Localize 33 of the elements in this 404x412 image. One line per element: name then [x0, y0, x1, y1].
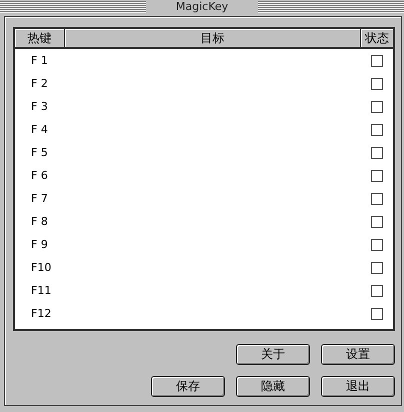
dialog-button[interactable]: 退出 — [321, 376, 395, 397]
hotkey-label: F 9 — [31, 238, 48, 251]
status-checkbox[interactable] — [371, 262, 383, 274]
status-checkbox[interactable] — [371, 308, 383, 320]
status-checkbox[interactable] — [371, 192, 383, 204]
column-header: 状态 — [361, 29, 393, 47]
hotkey-label: F 3 — [31, 100, 48, 113]
status-checkbox[interactable] — [371, 54, 383, 66]
hotkey-label: F10 — [31, 261, 52, 274]
status-checkbox[interactable] — [371, 238, 383, 250]
hotkey-label: F11 — [31, 284, 52, 297]
hotkey-label: F 1 — [31, 54, 48, 67]
status-checkbox[interactable] — [371, 170, 383, 182]
hotkey-label: F 7 — [31, 192, 48, 205]
hotkey-label: F12 — [31, 307, 52, 320]
hotkey-label: F 6 — [31, 169, 48, 182]
dialog-button[interactable]: 关于 — [236, 344, 310, 365]
column-header: 热键 — [15, 29, 65, 47]
dialog-button[interactable]: 设置 — [321, 344, 395, 365]
window-title: MagicKey — [174, 0, 230, 14]
status-checkbox[interactable] — [371, 78, 383, 90]
status-checkbox[interactable] — [371, 216, 383, 228]
status-checkbox[interactable] — [371, 146, 383, 158]
hotkey-label: F 4 — [31, 123, 48, 136]
status-checkbox[interactable] — [371, 284, 383, 296]
hotkey-label: F 2 — [31, 77, 48, 90]
hotkey-label: F 5 — [31, 146, 48, 159]
status-checkbox[interactable] — [371, 100, 383, 112]
column-header: 目标 — [65, 29, 361, 47]
status-checkbox[interactable] — [371, 124, 383, 136]
hotkey-label: F 8 — [31, 215, 48, 228]
dialog-button[interactable]: 保存 — [151, 376, 225, 397]
dialog-button[interactable]: 隐藏 — [236, 376, 310, 397]
